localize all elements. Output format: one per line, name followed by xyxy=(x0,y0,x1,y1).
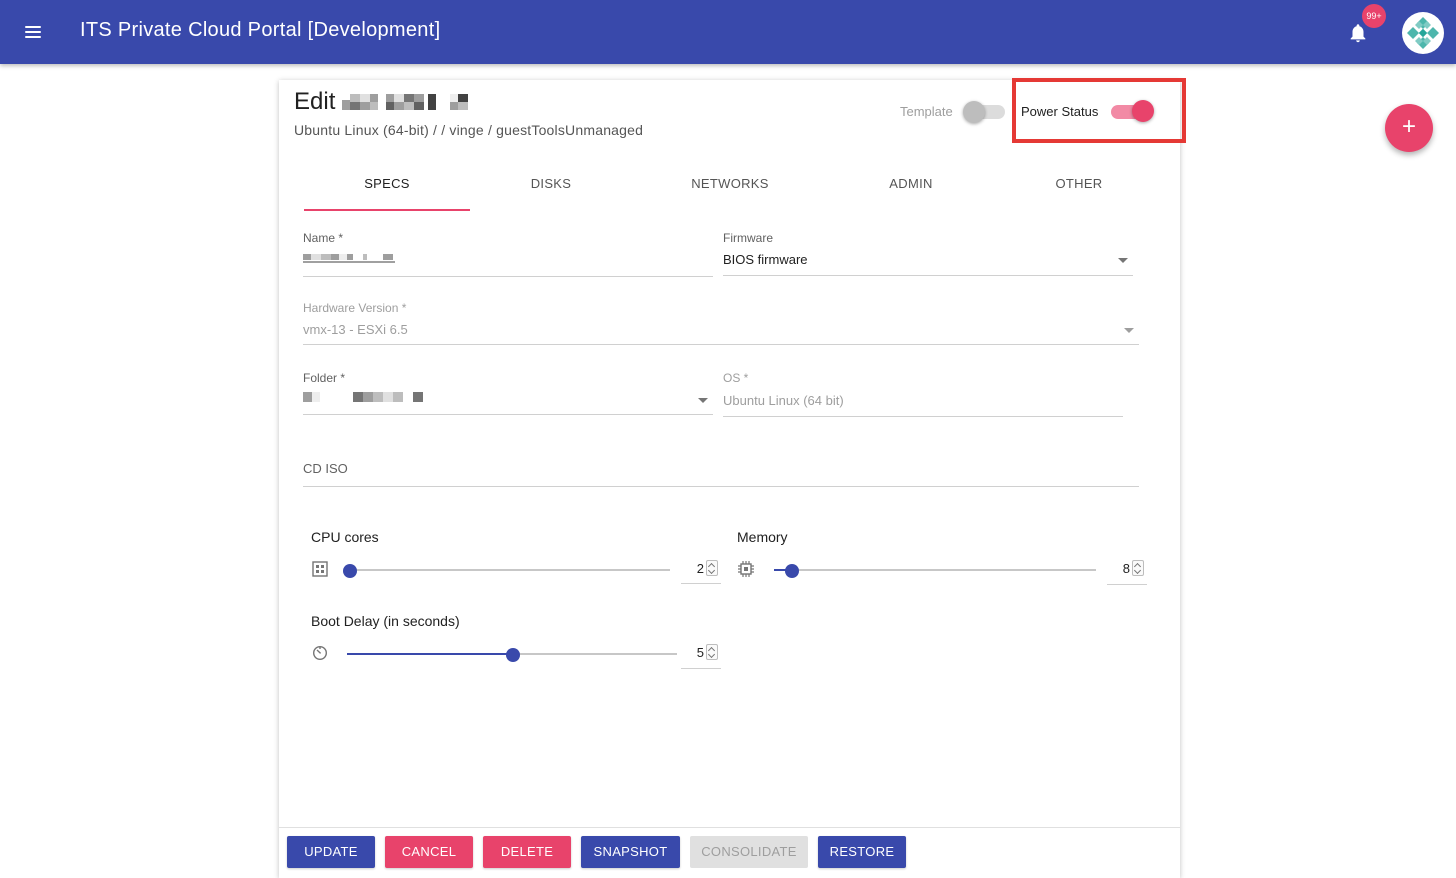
cd-iso-input[interactable]: CD ISO xyxy=(303,461,348,476)
hardware-version-label: Hardware Version * xyxy=(303,301,407,315)
hardware-version-select[interactable]: vmx-13 - ESXi 6.5 xyxy=(303,322,408,337)
name-field-underline xyxy=(303,276,713,277)
os-label: OS * xyxy=(723,371,749,385)
vm-subtitle: Ubuntu Linux (64-bit) / / vinge / guestT… xyxy=(294,122,644,138)
cpu-cores-input[interactable]: 2 xyxy=(684,561,704,576)
firmware-label: Firmware xyxy=(723,231,773,245)
boot-delay-slider-thumb[interactable] xyxy=(506,648,520,662)
template-toggle-thumb[interactable] xyxy=(963,101,985,123)
app-bar: ITS Private Cloud Portal [Development] 9… xyxy=(0,0,1456,64)
chevron-down-icon[interactable] xyxy=(1118,258,1128,263)
redacted-folder-value[interactable] xyxy=(303,392,425,404)
timer-icon xyxy=(312,645,328,661)
power-toggle-thumb[interactable] xyxy=(1132,100,1154,122)
memory-input-underline xyxy=(1107,584,1147,585)
os-field: Ubuntu Linux (64 bit) xyxy=(723,393,844,408)
delete-button[interactable]: DELETE xyxy=(483,836,571,868)
cpu-slider-thumb[interactable] xyxy=(343,564,357,578)
active-tab-indicator xyxy=(304,209,470,211)
cd-iso-underline xyxy=(303,486,1139,487)
cpu-input-underline xyxy=(681,583,721,584)
add-fab-button[interactable]: + xyxy=(1385,104,1433,152)
memory-label: Memory xyxy=(737,529,788,545)
chevron-down-icon[interactable] xyxy=(698,398,708,403)
boot-delay-label: Boot Delay (in seconds) xyxy=(311,613,460,629)
consolidate-button: CONSOLIDATE xyxy=(690,836,808,868)
hardware-field-underline xyxy=(303,344,1139,345)
tab-admin[interactable]: ADMIN xyxy=(827,176,995,191)
memory-input[interactable]: 8 xyxy=(1110,561,1130,576)
cpu-icon xyxy=(312,561,328,577)
tab-disks[interactable]: DISKS xyxy=(468,176,634,191)
template-label: Template xyxy=(900,104,953,119)
boot-delay-slider-fill xyxy=(347,653,513,655)
boot-delay-input-underline xyxy=(681,668,721,669)
firmware-field-underline xyxy=(723,275,1133,276)
menu-icon[interactable] xyxy=(22,22,46,42)
snapshot-button[interactable]: SNAPSHOT xyxy=(581,836,680,868)
cpu-cores-spinner[interactable] xyxy=(706,560,718,576)
restore-button[interactable]: RESTORE xyxy=(818,836,906,868)
os-field-underline xyxy=(723,416,1123,417)
tab-specs[interactable]: SPECS xyxy=(304,176,470,191)
power-status-label: Power Status xyxy=(1021,104,1099,119)
folder-label: Folder * xyxy=(303,371,346,385)
memory-slider-thumb[interactable] xyxy=(785,564,799,578)
add-icon: + xyxy=(1401,113,1416,140)
chevron-down-icon[interactable] xyxy=(1124,328,1134,333)
boot-delay-spinner[interactable] xyxy=(706,644,718,660)
folder-field-underline xyxy=(303,414,713,415)
avatar-logo-icon xyxy=(1404,14,1442,52)
cpu-slider-track[interactable] xyxy=(349,569,670,571)
boot-delay-input[interactable]: 5 xyxy=(684,645,704,660)
avatar[interactable] xyxy=(1402,12,1444,54)
name-label: Name * xyxy=(303,231,344,245)
cpu-cores-label: CPU cores xyxy=(311,529,379,545)
cancel-button[interactable]: CANCEL xyxy=(385,836,473,868)
tab-networks[interactable]: NETWORKS xyxy=(645,176,815,191)
redacted-vm-name xyxy=(342,94,468,110)
update-button[interactable]: UPDATE xyxy=(287,836,375,868)
app-title: ITS Private Cloud Portal [Development] xyxy=(80,19,441,41)
edit-title: Edit xyxy=(294,88,336,115)
notification-badge: 99+ xyxy=(1362,4,1386,28)
redacted-name-value[interactable] xyxy=(303,252,397,266)
memory-spinner[interactable] xyxy=(1132,560,1144,576)
edit-vm-card: Edit Ubuntu Linux (64-bit) / / vinge / g… xyxy=(279,78,1186,878)
memory-chip-icon xyxy=(738,561,754,577)
tab-other[interactable]: OTHER xyxy=(995,176,1163,191)
memory-slider-track[interactable] xyxy=(774,569,1096,571)
firmware-select[interactable]: BIOS firmware xyxy=(723,252,808,267)
